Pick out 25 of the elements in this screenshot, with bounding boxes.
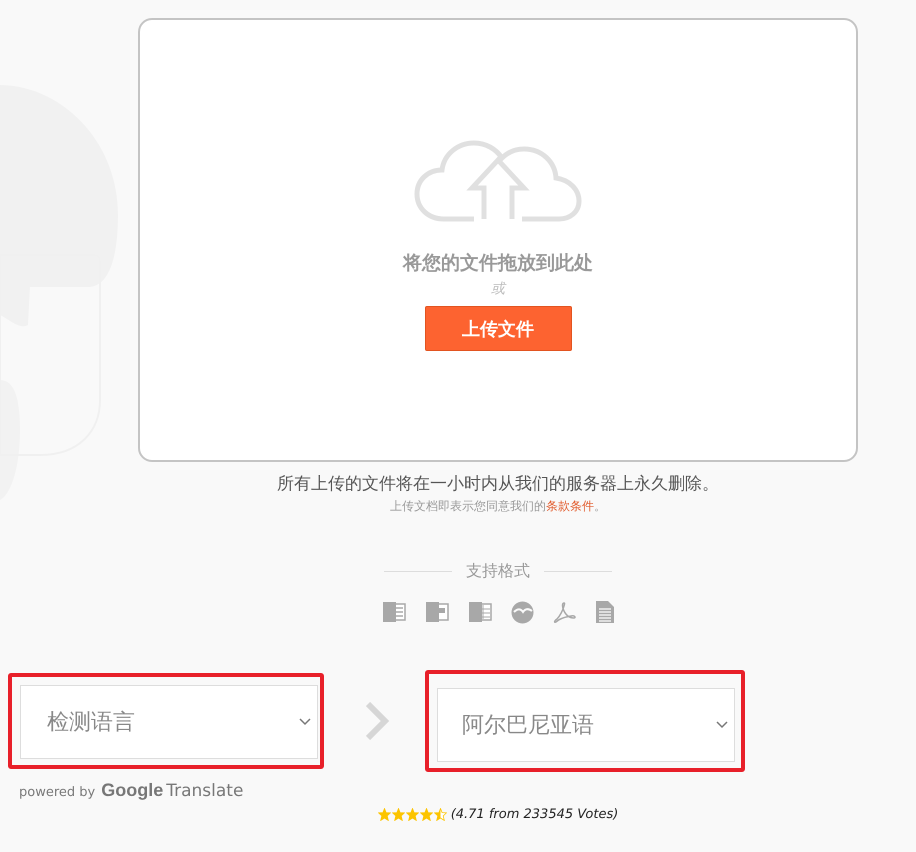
terms-period: 。 (594, 499, 606, 513)
rating-summary: (4.71 from 233545 Votes) (450, 807, 618, 822)
drop-instruction: 将您的文件拖放到此处 (403, 251, 593, 276)
terms-link[interactable]: 条款条件 (546, 499, 594, 513)
upload-drop-area[interactable]: 将您的文件拖放到此处 或 上传文件 (138, 18, 858, 462)
product-name: Translate (166, 781, 244, 801)
target-language-select[interactable]: 阿尔巴尼亚语 (437, 688, 735, 762)
caret-icon (716, 721, 728, 729)
terms-text: 上传文档即表示您同意我们的 (390, 499, 546, 513)
brand-name: Google (101, 780, 164, 801)
document-file-icon (382, 601, 406, 623)
chevron-right-icon (364, 701, 390, 741)
slides-file-icon (424, 601, 448, 623)
formats-heading: 支持格式 (466, 561, 530, 582)
text-file-icon (594, 600, 614, 624)
or-separator: 或 (491, 280, 505, 298)
pdf-icon (552, 600, 576, 624)
source-language-select[interactable]: 检测语言 (20, 685, 318, 759)
upload-button[interactable]: 上传文件 (424, 306, 572, 351)
seagull-circle-icon (510, 600, 534, 624)
powered-by-label: powered by (19, 785, 96, 800)
caret-icon (299, 718, 311, 726)
cloud-upload-icon (414, 140, 582, 222)
deletion-notice: 所有上传的文件将在一小时内从我们的服务器上永久删除。 (277, 473, 719, 495)
spreadsheet-file-icon (468, 601, 492, 623)
